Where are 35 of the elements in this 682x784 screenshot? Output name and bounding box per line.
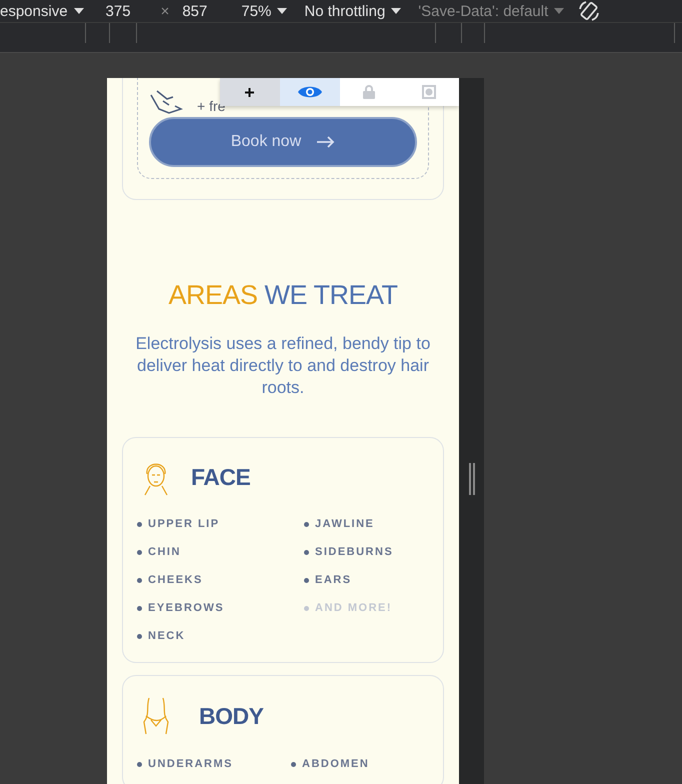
toolbar-button[interactable] bbox=[280, 78, 340, 106]
area-item: CHIN bbox=[148, 546, 181, 558]
device-dropdown[interactable]: esponsive bbox=[0, 2, 68, 20]
lock-icon bbox=[363, 85, 376, 99]
eye-icon bbox=[298, 85, 322, 99]
area-item: UPPER LIP bbox=[148, 518, 220, 530]
height-field[interactable]: 857 bbox=[182, 2, 208, 20]
intro-paragraph: Electrolysis uses a refined, bendy tip to deliver heat directly to and destroy hair roots. bbox=[134, 333, 432, 399]
area-item: EARS bbox=[315, 574, 352, 586]
contrast-icon bbox=[422, 85, 436, 99]
caret-icon bbox=[277, 8, 288, 14]
area-title: BODY bbox=[199, 702, 264, 730]
section-heading: AREAS WE TREAT bbox=[168, 280, 398, 311]
dimension-separator: × bbox=[160, 2, 170, 20]
area-item: EYEBROWS bbox=[148, 602, 224, 614]
resize-handle[interactable] bbox=[468, 463, 474, 495]
width-field[interactable]: 375 bbox=[106, 2, 131, 20]
area-item: AND MORE! bbox=[315, 602, 392, 614]
area-item: ABDOMEN bbox=[302, 758, 370, 770]
caret-icon bbox=[554, 8, 564, 14]
throttling-dropdown[interactable]: No throttling bbox=[304, 2, 386, 20]
rotate-icon[interactable] bbox=[578, 0, 600, 22]
torso-outline-icon bbox=[141, 696, 171, 736]
cursor-icon bbox=[245, 88, 254, 96]
caret-icon bbox=[391, 8, 402, 14]
area-item: NECK bbox=[148, 630, 186, 642]
area-title: FACE bbox=[191, 464, 250, 490]
area-item: SIDEBURNS bbox=[315, 546, 394, 558]
arrow-right-icon bbox=[317, 136, 336, 148]
book-now-button[interactable]: Book now bbox=[149, 117, 417, 167]
caret-icon bbox=[74, 8, 84, 14]
area-item: JAWLINE bbox=[315, 518, 374, 530]
zoom-dropdown[interactable]: 75% bbox=[241, 2, 272, 20]
area-item: CHEEKS bbox=[148, 574, 203, 586]
area-item: UNDERARMS bbox=[148, 758, 233, 770]
